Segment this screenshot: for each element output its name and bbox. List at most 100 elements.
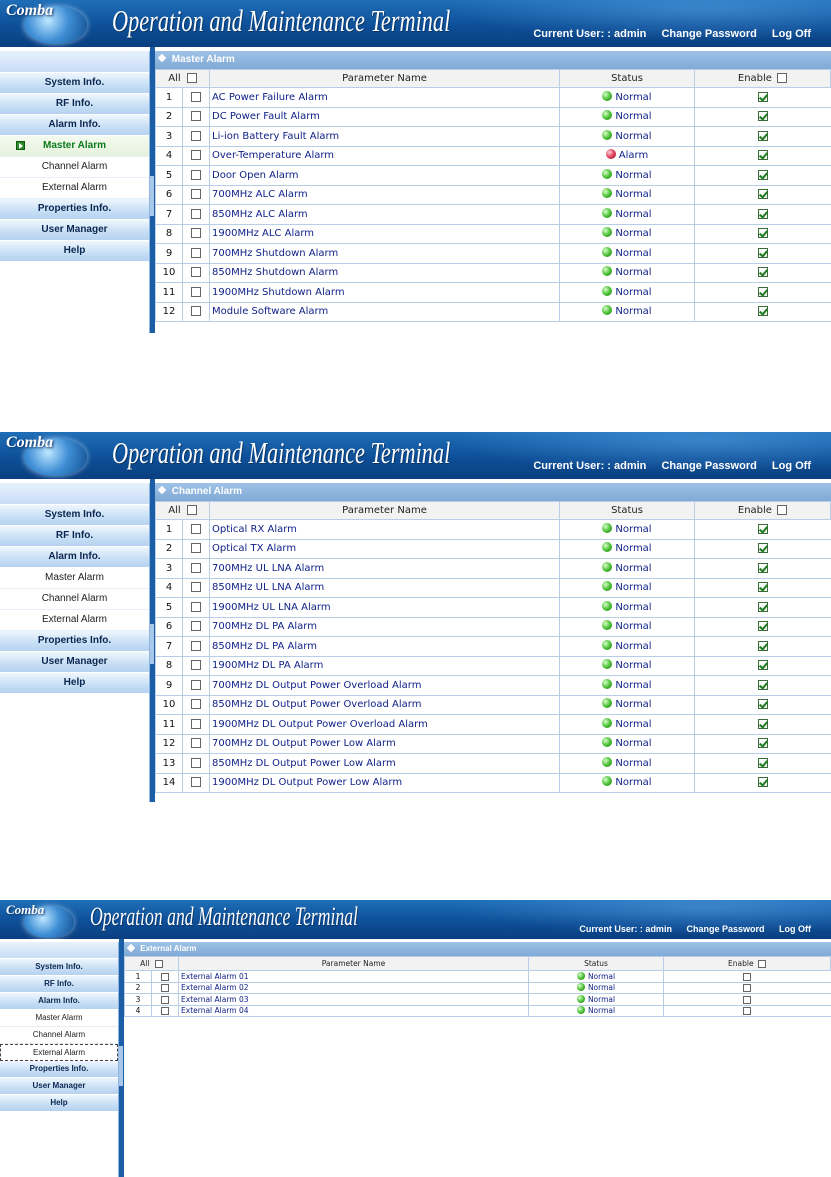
- row-select-checkbox[interactable]: [191, 601, 201, 612]
- change-password-link[interactable]: Change Password: [686, 924, 764, 934]
- row-select-checkbox[interactable]: [191, 679, 201, 690]
- enable-all-checkbox[interactable]: [757, 960, 766, 968]
- enable-checkbox[interactable]: [757, 150, 768, 161]
- enable-checkbox[interactable]: [757, 621, 768, 632]
- menu-help[interactable]: Help: [0, 241, 149, 262]
- row-select-checkbox[interactable]: [191, 718, 201, 729]
- menu-rf-info[interactable]: RF Info.: [0, 526, 149, 547]
- row-select-checkbox[interactable]: [191, 777, 201, 788]
- enable-checkbox[interactable]: [757, 562, 768, 573]
- enable-checkbox[interactable]: [743, 972, 752, 981]
- submenu-channel-alarm[interactable]: Channel Alarm: [0, 1027, 118, 1044]
- menu-user-manager[interactable]: User Manager: [0, 220, 149, 241]
- enable-checkbox[interactable]: [757, 660, 768, 671]
- enable-checkbox[interactable]: [757, 582, 768, 593]
- log-off-link[interactable]: Log Off: [779, 924, 811, 934]
- menu-help[interactable]: Help: [0, 673, 149, 694]
- enable-all-checkbox[interactable]: [777, 505, 788, 515]
- enable-checkbox[interactable]: [757, 699, 768, 710]
- row-select-checkbox[interactable]: [191, 247, 201, 258]
- enable-checkbox[interactable]: [757, 601, 768, 612]
- enable-checkbox[interactable]: [757, 208, 768, 219]
- enable-checkbox[interactable]: [757, 306, 768, 317]
- row-select-checkbox[interactable]: [191, 189, 201, 200]
- enable-checkbox[interactable]: [757, 267, 768, 278]
- splitter-grip[interactable]: [119, 1046, 123, 1087]
- row-select-checkbox[interactable]: [191, 582, 201, 593]
- row-select-checkbox[interactable]: [191, 150, 201, 161]
- enable-checkbox[interactable]: [757, 738, 768, 749]
- enable-checkbox[interactable]: [757, 286, 768, 297]
- menu-system-info[interactable]: System Info.: [0, 73, 149, 94]
- menu-alarm-info[interactable]: Alarm Info.: [0, 993, 118, 1010]
- menu-alarm-info[interactable]: Alarm Info.: [0, 115, 149, 136]
- row-select-checkbox[interactable]: [191, 699, 201, 710]
- enable-checkbox[interactable]: [757, 91, 768, 102]
- change-password-link[interactable]: Change Password: [661, 28, 756, 40]
- enable-checkbox[interactable]: [757, 169, 768, 180]
- enable-checkbox[interactable]: [757, 543, 768, 554]
- splitter-grip[interactable]: [150, 624, 154, 665]
- row-select-checkbox[interactable]: [191, 228, 201, 239]
- row-select-checkbox[interactable]: [161, 1007, 169, 1016]
- log-off-link[interactable]: Log Off: [772, 460, 811, 472]
- menu-system-info[interactable]: System Info.: [0, 959, 118, 976]
- row-select-checkbox[interactable]: [191, 208, 201, 219]
- enable-checkbox[interactable]: [757, 189, 768, 200]
- change-password-link[interactable]: Change Password: [661, 460, 756, 472]
- submenu-external-alarm[interactable]: External Alarm: [0, 1044, 118, 1061]
- enable-checkbox[interactable]: [757, 777, 768, 788]
- submenu-channel-alarm[interactable]: Channel Alarm: [0, 589, 149, 610]
- row-select-checkbox[interactable]: [191, 306, 201, 317]
- enable-checkbox[interactable]: [743, 984, 752, 993]
- submenu-master-alarm[interactable]: Master Alarm: [0, 568, 149, 589]
- menu-help[interactable]: Help: [0, 1095, 118, 1112]
- menu-user-manager[interactable]: User Manager: [0, 652, 149, 673]
- menu-properties-info[interactable]: Properties Info.: [0, 199, 149, 220]
- row-select-checkbox[interactable]: [191, 738, 201, 749]
- row-select-checkbox[interactable]: [161, 984, 169, 993]
- enable-checkbox[interactable]: [743, 1007, 752, 1016]
- select-all-checkbox[interactable]: [186, 73, 197, 83]
- row-select-checkbox[interactable]: [191, 130, 201, 141]
- submenu-master-alarm[interactable]: Master Alarm: [0, 136, 149, 157]
- row-select-checkbox[interactable]: [191, 286, 201, 297]
- enable-checkbox[interactable]: [757, 247, 768, 258]
- submenu-external-alarm[interactable]: External Alarm: [0, 610, 149, 631]
- menu-alarm-info[interactable]: Alarm Info.: [0, 547, 149, 568]
- enable-checkbox[interactable]: [757, 523, 768, 534]
- submenu-master-alarm[interactable]: Master Alarm: [0, 1010, 118, 1027]
- menu-properties-info[interactable]: Properties Info.: [0, 1061, 118, 1078]
- enable-checkbox[interactable]: [757, 111, 768, 122]
- menu-user-manager[interactable]: User Manager: [0, 1078, 118, 1095]
- submenu-channel-alarm[interactable]: Channel Alarm: [0, 157, 149, 178]
- enable-checkbox[interactable]: [757, 679, 768, 690]
- enable-checkbox[interactable]: [757, 757, 768, 768]
- enable-checkbox[interactable]: [743, 995, 752, 1004]
- enable-checkbox[interactable]: [757, 228, 768, 239]
- row-select-checkbox[interactable]: [191, 660, 201, 671]
- menu-properties-info[interactable]: Properties Info.: [0, 631, 149, 652]
- row-select-checkbox[interactable]: [191, 640, 201, 651]
- menu-rf-info[interactable]: RF Info.: [0, 94, 149, 115]
- row-select-checkbox[interactable]: [191, 111, 201, 122]
- enable-checkbox[interactable]: [757, 640, 768, 651]
- row-select-checkbox[interactable]: [191, 91, 201, 102]
- row-select-checkbox[interactable]: [191, 562, 201, 573]
- submenu-external-alarm[interactable]: External Alarm: [0, 178, 149, 199]
- enable-checkbox[interactable]: [757, 130, 768, 141]
- splitter-grip[interactable]: [150, 175, 154, 216]
- select-all-checkbox[interactable]: [154, 960, 163, 968]
- row-select-checkbox[interactable]: [191, 621, 201, 632]
- log-off-link[interactable]: Log Off: [772, 28, 811, 40]
- enable-checkbox[interactable]: [757, 718, 768, 729]
- menu-system-info[interactable]: System Info.: [0, 505, 149, 526]
- row-select-checkbox[interactable]: [161, 972, 169, 981]
- row-select-checkbox[interactable]: [191, 757, 201, 768]
- row-select-checkbox[interactable]: [191, 169, 201, 180]
- menu-rf-info[interactable]: RF Info.: [0, 976, 118, 993]
- enable-all-checkbox[interactable]: [777, 73, 788, 83]
- row-select-checkbox[interactable]: [191, 523, 201, 534]
- row-select-checkbox[interactable]: [191, 543, 201, 554]
- row-select-checkbox[interactable]: [191, 267, 201, 278]
